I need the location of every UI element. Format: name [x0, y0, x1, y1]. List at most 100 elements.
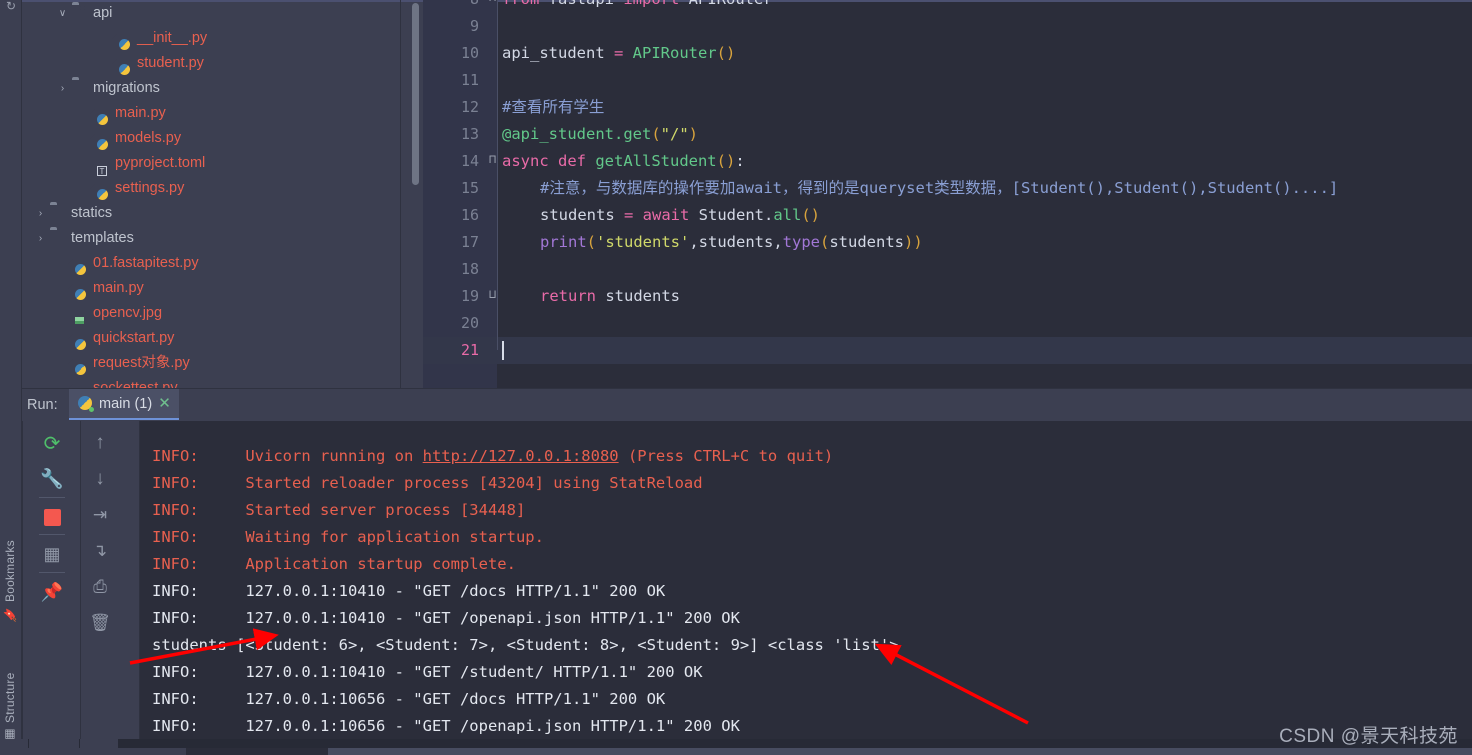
console-level: INFO: — [152, 690, 199, 708]
tree-item-templates[interactable]: ›templates — [22, 226, 423, 251]
watermark: CSDN @景天科技苑 — [1279, 721, 1458, 748]
fold-end-icon[interactable]: ⊔ — [489, 287, 496, 301]
tree-item-quickstart.py[interactable]: quickstart.py — [22, 326, 423, 351]
code-line[interactable]: async def getAllStudent(): — [497, 148, 1472, 175]
tree-item-migrations[interactable]: › migrations — [22, 76, 423, 101]
tree-item-main.py[interactable]: main.py — [22, 276, 423, 301]
console-text: Uvicorn running on — [199, 447, 423, 465]
editor-horizontal-scrollbar[interactable] — [497, 383, 1472, 387]
tree-item-sockettest.py[interactable]: sockettest.py — [22, 376, 423, 389]
code-token: fastapi — [549, 0, 624, 8]
text-caret — [502, 341, 504, 360]
run-console-output[interactable]: INFO: Uvicorn running on http://127.0.0.… — [140, 421, 1472, 739]
console-line: INFO: 127.0.0.1:10410 - "GET /openapi.js… — [152, 605, 740, 632]
code-line[interactable] — [497, 13, 1472, 40]
code-line[interactable]: return students — [497, 283, 1472, 310]
console-level: INFO: — [152, 663, 199, 681]
console-link[interactable]: http://127.0.0.1:8080 — [423, 447, 619, 465]
project-file-tree[interactable]: ∨api__init__.pystudent.py›migrationsmain… — [22, 0, 423, 389]
fold-collapse-icon[interactable]: ⊓ — [489, 0, 496, 4]
sidebar-item-bookmarks[interactable]: 🔖 Bookmarks — [0, 512, 21, 622]
tree-item-opencv.jpg[interactable]: opencv.jpg — [22, 301, 423, 326]
code-line[interactable]: from fastapi import APIRouter — [497, 0, 1472, 13]
code-line[interactable]: print('students',students,type(students)… — [497, 229, 1472, 256]
code-token: all — [773, 206, 801, 224]
stop-icon[interactable] — [38, 503, 66, 531]
rerun-icon[interactable]: ⟳ — [38, 429, 66, 457]
chevron-right-icon[interactable]: › — [34, 207, 47, 220]
chevron-down-icon[interactable]: ∨ — [56, 7, 69, 20]
code-token: APIRouter — [689, 0, 773, 8]
tree-item-request.py[interactable]: request对象.py — [22, 351, 423, 376]
console-text: 127.0.0.1:10656 - "GET /openapi.json HTT… — [199, 717, 740, 735]
console-line: INFO: 127.0.0.1:10410 - "GET /docs HTTP/… — [152, 578, 665, 605]
tree-item-label: student.py — [137, 51, 204, 76]
soft-wrap-icon[interactable]: ⇥ — [86, 501, 114, 529]
code-line[interactable] — [497, 67, 1472, 94]
console-text: Started reloader process [43204] using S… — [199, 474, 703, 492]
code-token: import — [623, 0, 688, 8]
toolbar-divider-1 — [22, 421, 23, 739]
code-line[interactable] — [497, 310, 1472, 337]
code-editor[interactable]: 89101112131415161718192021 from fastapi … — [423, 0, 1472, 389]
line-number: 16 — [423, 202, 479, 229]
wrench-icon[interactable]: 🔧 — [38, 465, 66, 493]
code-line[interactable]: api_student = APIRouter() — [497, 40, 1472, 67]
layout-icon[interactable]: ▦ — [38, 540, 66, 568]
tree-item-__init__.py[interactable]: __init__.py — [22, 26, 423, 51]
line-number: 11 — [423, 67, 479, 94]
code-token: APIRouter — [633, 44, 717, 62]
tree-item-label: migrations — [93, 76, 160, 101]
code-token: () — [717, 44, 736, 62]
indent-guide — [497, 192, 498, 350]
code-line[interactable]: #查看所有学生 — [497, 94, 1472, 121]
image-file-icon — [72, 305, 89, 322]
code-content[interactable]: from fastapi import APIRouter api_student… — [497, 0, 1472, 388]
line-number: 13 — [423, 121, 479, 148]
trash-icon[interactable]: 🗑 — [86, 609, 114, 637]
tree-item-label: api — [93, 1, 112, 26]
code-line[interactable]: students = await Student.all() — [497, 202, 1472, 229]
line-number: 15 — [423, 175, 479, 202]
print-icon[interactable]: ⎙ — [86, 573, 114, 601]
sidebar-item-structure[interactable]: ▦ Structure — [0, 652, 21, 742]
refresh-icon[interactable]: ↻ — [3, 0, 19, 12]
pin-icon[interactable]: 📌 — [38, 578, 66, 606]
up-arrow-icon[interactable]: ↑ — [86, 429, 114, 457]
tree-item-settings.py[interactable]: settings.py — [22, 176, 423, 201]
close-icon[interactable]: ✕ — [158, 396, 171, 411]
chevron-right-icon[interactable]: › — [56, 82, 69, 95]
tree-item-statics[interactable]: ›statics — [22, 201, 423, 226]
line-number: 17 — [423, 229, 479, 256]
console-line: INFO: 127.0.0.1:10656 - "GET /openapi.js… — [152, 713, 740, 739]
tree-item-models.py[interactable]: models.py — [22, 126, 423, 151]
scroll-to-end-icon[interactable]: ↴ — [86, 537, 114, 565]
code-line[interactable]: @api_student.get("/") — [497, 121, 1472, 148]
code-token: ,students, — [689, 233, 782, 251]
toolbar-sep-a — [39, 497, 65, 498]
code-line[interactable] — [497, 256, 1472, 283]
run-tab-main[interactable]: main (1) ✕ — [69, 389, 179, 420]
tree-scrollbar[interactable] — [412, 3, 419, 185]
down-arrow-icon[interactable]: ↓ — [86, 465, 114, 493]
line-number: 14 — [423, 148, 479, 175]
code-token: students — [540, 206, 624, 224]
code-line[interactable] — [497, 337, 1472, 364]
code-token: ( — [820, 233, 829, 251]
tree-item-label: __init__.py — [137, 26, 207, 51]
console-line: INFO: Started server process [34448] — [152, 497, 525, 524]
tree-item-main.py[interactable]: main.py — [22, 101, 423, 126]
code-line[interactable]: #注意，与数据库的操作要加await，得到的是queryset类型数据，[Stu… — [497, 175, 1472, 202]
console-text: Application startup complete. — [199, 555, 516, 573]
console-left-divider — [139, 421, 140, 739]
code-token: ( — [587, 233, 596, 251]
console-text: 127.0.0.1:10410 - "GET /student/ HTTP/1.… — [199, 663, 703, 681]
fold-collapse-icon[interactable]: ⊓ — [489, 152, 496, 166]
chevron-right-icon[interactable]: › — [34, 232, 47, 245]
tree-item-student.py[interactable]: student.py — [22, 51, 423, 76]
bookmark-icon: 🔖 — [3, 607, 17, 622]
tree-item-pyproject.toml[interactable]: pyproject.toml — [22, 151, 423, 176]
code-token: Student. — [699, 206, 774, 224]
tree-item-01.fastapitest.py[interactable]: 01.fastapitest.py — [22, 251, 423, 276]
tree-item-api[interactable]: ∨ api — [22, 1, 423, 26]
